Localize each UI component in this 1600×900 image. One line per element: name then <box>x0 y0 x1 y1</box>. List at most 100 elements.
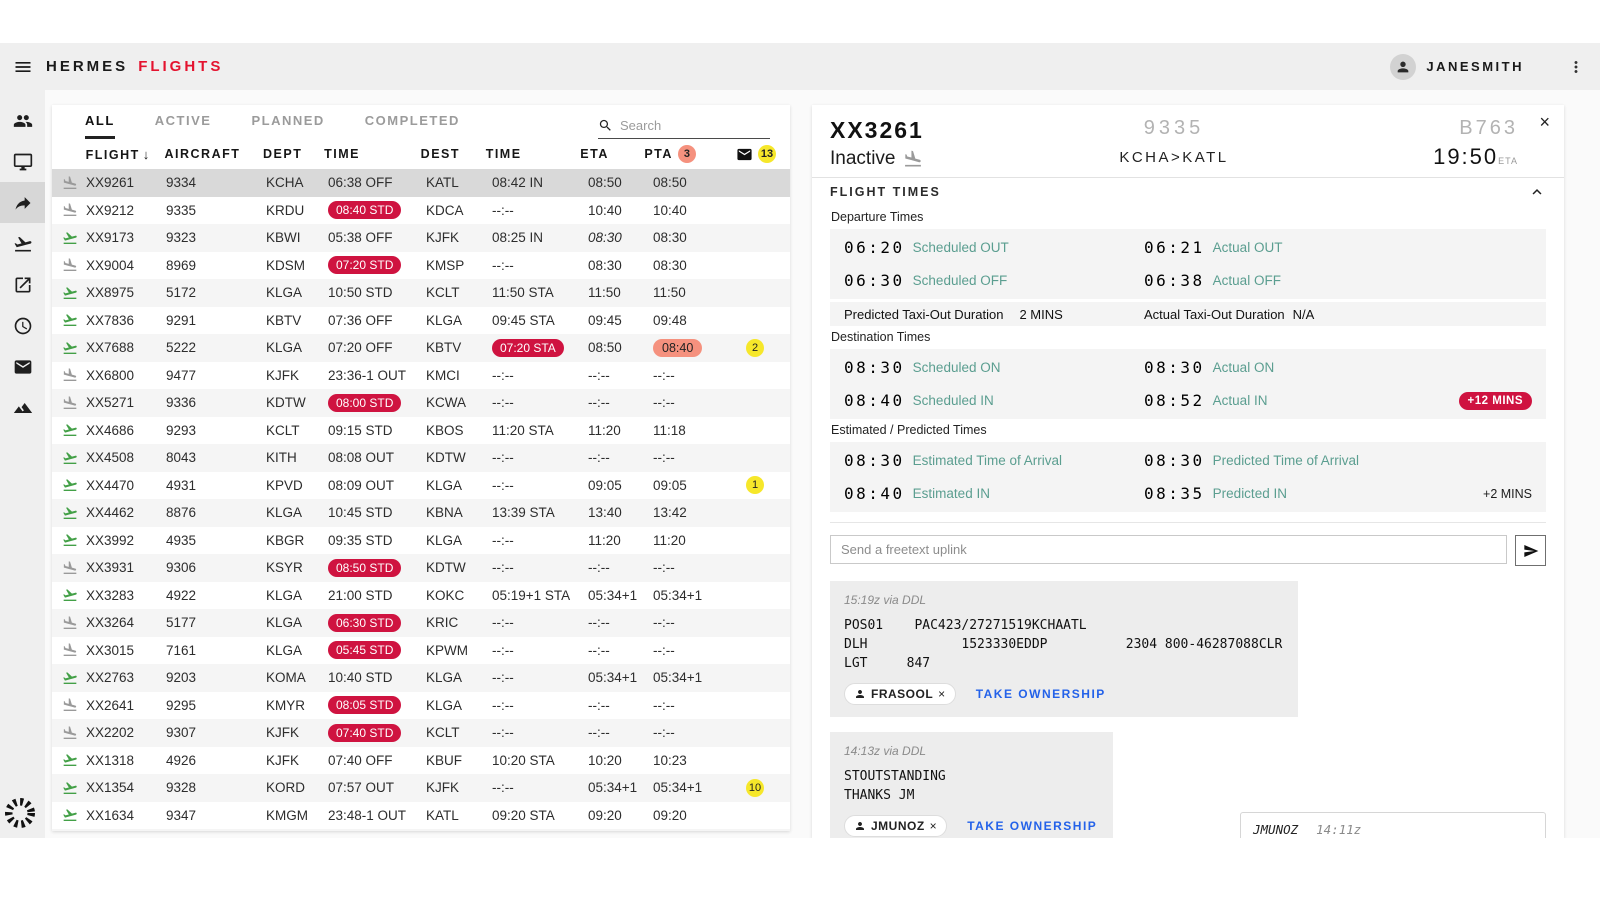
message-count-badge: 1 <box>746 476 764 494</box>
table-row[interactable]: XX26419295KMYR08:05 STDKLGA--:----:----:… <box>52 692 790 720</box>
time-group-label: Destination Times <box>831 330 1546 344</box>
table-row[interactable]: XX91739323KBWI05:38 OFFKJFK08:25 IN08:30… <box>52 224 790 252</box>
column-header-dept[interactable]: DEPT <box>263 147 324 161</box>
column-header-aircraft[interactable]: AIRCRAFT <box>164 147 263 161</box>
chevron-up-icon[interactable] <box>1528 183 1546 201</box>
table-row[interactable]: XX44628876KLGA10:45 STDKBNA13:39 STA13:4… <box>52 499 790 527</box>
table-row[interactable]: XX78369291KBTV07:36 OFFKLGA09:45 STA09:4… <box>52 307 790 335</box>
table-row[interactable]: XX30157161KLGA05:45 STDKPWM--:----:----:… <box>52 637 790 665</box>
sidebar-item-people[interactable] <box>0 100 45 141</box>
table-row[interactable]: XX32645177KLGA06:30 STDKRIC--:----:----:… <box>52 609 790 637</box>
table-row[interactable]: XX92129335KRDU08:40 STDKDCA--:--10:4010:… <box>52 197 790 225</box>
remove-owner-icon[interactable]: × <box>930 819 938 833</box>
column-header-dest[interactable]: DEST <box>421 147 486 161</box>
cell-pta: --:-- <box>653 450 746 465</box>
cell-dest-time: 10:20 STA <box>492 753 588 768</box>
close-icon[interactable]: × <box>1539 113 1550 131</box>
cell-dept: KLGA <box>266 505 328 520</box>
cell-pta: --:-- <box>653 698 746 713</box>
take-ownership-link[interactable]: TAKE OWNERSHIP <box>967 819 1097 833</box>
brand-accent: FLIGHTS <box>138 58 223 75</box>
table-row[interactable]: XX27639203KOMA10:40 STDKLGA--:--05:34+10… <box>52 664 790 692</box>
hamburger-menu-icon[interactable] <box>12 56 34 78</box>
cell-dest: KBTV <box>426 340 492 355</box>
delay-note: +2 MINS <box>1483 487 1532 501</box>
user-menu[interactable]: JANESMITH <box>1390 54 1524 80</box>
cell-dest: KJFK <box>426 230 492 245</box>
table-row[interactable]: XX16349347KMGM23:48-1 OUTKATL09:20 STA09… <box>52 802 790 830</box>
search-input[interactable] <box>620 118 750 133</box>
message-line: POS01 PAC423/27271519KCHAATL <box>844 616 1282 635</box>
time-value: 06:21 <box>1144 238 1205 257</box>
uplink-input[interactable] <box>830 535 1507 564</box>
cell-dest-time: 11:20 STA <box>492 423 588 438</box>
cell-aircraft: 9328 <box>166 780 266 795</box>
cell-message-count: 10 <box>746 779 786 797</box>
monitor-icon <box>13 152 33 172</box>
search-box <box>598 118 770 139</box>
owner-chip[interactable]: FRASOOL× <box>844 683 956 705</box>
cell-flight: XX9004 <box>86 258 166 273</box>
remove-owner-icon[interactable]: × <box>938 687 946 701</box>
cell-dept-time: 08:00 STD <box>328 394 426 412</box>
column-header-time-dept[interactable]: TIME <box>324 147 421 161</box>
plane-landing-icon <box>52 560 86 576</box>
kebab-menu-icon[interactable] <box>1566 57 1586 77</box>
table-row[interactable]: XX90048969KDSM07:20 STDKMSP--:--08:3008:… <box>52 252 790 280</box>
tab-planned[interactable]: PLANNED <box>251 113 324 139</box>
sidebar-item-mail[interactable] <box>0 346 45 387</box>
table-row[interactable]: XX45088043KITH08:08 OUTKDTW--:----:----:… <box>52 444 790 472</box>
taxi-left-label: Predicted Taxi-Out Duration <box>844 307 1003 322</box>
sidebar-item-plane-takeoff[interactable] <box>0 223 45 264</box>
column-header-flight[interactable]: FLIGHT↓ <box>86 147 165 162</box>
column-header-eta[interactable]: ETA <box>580 147 644 161</box>
cell-aircraft: 9347 <box>166 808 266 823</box>
plane-takeoff-icon <box>52 312 86 328</box>
table-row[interactable]: XX52719336KDTW08:00 STDKCWA--:----:----:… <box>52 389 790 417</box>
cell-flight: XX4462 <box>86 505 166 520</box>
column-header-pta[interactable]: PTA3 <box>644 145 736 163</box>
plane-takeoff-icon <box>52 807 86 823</box>
cell-aircraft: 4931 <box>166 478 266 493</box>
table-row[interactable]: XX89755172KLGA10:50 STDKCLT11:50 STA11:5… <box>52 279 790 307</box>
cell-aircraft: 9306 <box>166 560 266 575</box>
send-button[interactable] <box>1515 535 1546 566</box>
cell-aircraft: 9291 <box>166 313 266 328</box>
cell-dest: KJFK <box>426 780 492 795</box>
cell-dept-time: 06:30 STD <box>328 614 426 632</box>
table-row[interactable]: XX68009477KJFK23:36-1 OUTKMCI--:----:---… <box>52 362 790 390</box>
sidebar-item-chart[interactable] <box>0 387 45 428</box>
sidebar-item-share-arrow[interactable] <box>0 182 45 223</box>
tab-all[interactable]: ALL <box>85 113 115 139</box>
table-row[interactable]: XX22029307KJFK07:40 STDKCLT--:----:----:… <box>52 719 790 747</box>
message-line: DLH 1523330EDDP 2304 800-46287088CLR <box>844 635 1282 654</box>
time-row: 08:40Scheduled IN08:52Actual IN+12 MINS <box>844 384 1532 417</box>
table-row[interactable]: XX32834922KLGA21:00 STDKOKC05:19+1 STA05… <box>52 582 790 610</box>
cell-dept: KLGA <box>266 340 328 355</box>
cell-dept-time: 08:50 STD <box>328 559 426 577</box>
cell-dest-time: --:-- <box>492 533 588 548</box>
sidebar-item-compose[interactable] <box>0 264 45 305</box>
take-ownership-link[interactable]: TAKE OWNERSHIP <box>976 687 1106 701</box>
table-row[interactable]: XX13549328KORD07:57 OUTKJFK--:--05:34+10… <box>52 774 790 802</box>
cell-flight: XX2641 <box>86 698 166 713</box>
sort-descending-icon[interactable]: ↓ <box>143 147 151 162</box>
sidebar-item-monitor[interactable] <box>0 141 45 182</box>
cell-aircraft: 9335 <box>166 203 266 218</box>
tab-active[interactable]: ACTIVE <box>155 113 212 139</box>
sidebar-item-clock[interactable] <box>0 305 45 346</box>
table-row[interactable]: XX46869293KCLT09:15 STDKBOS11:20 STA11:2… <box>52 417 790 445</box>
table-row[interactable]: XX44704931KPVD08:09 OUTKLGA--:--09:0509:… <box>52 472 790 500</box>
owner-chip[interactable]: JMUNOZ× <box>844 815 947 837</box>
person-icon <box>854 688 866 700</box>
column-header-time-dest[interactable]: TIME <box>486 147 581 161</box>
cell-dept: KMGM <box>266 808 328 823</box>
table-row[interactable]: XX76885222KLGA07:20 OFFKBTV07:20 STA08:5… <box>52 334 790 362</box>
table-row[interactable]: XX92619334KCHA06:38 OFFKATL08:42 IN08:50… <box>52 169 790 197</box>
tab-completed[interactable]: COMPLETED <box>365 113 460 139</box>
table-row[interactable]: XX39924935KBGR09:35 STDKLGA--:--11:2011:… <box>52 527 790 555</box>
table-row[interactable]: XX39319306KSYR08:50 STDKDTW--:----:----:… <box>52 554 790 582</box>
table-row[interactable]: XX13184926KJFK07:40 OFFKBUF10:20 STA10:2… <box>52 747 790 775</box>
column-header-messages[interactable]: 13 <box>736 145 790 163</box>
message-line: STOUTSTANDING <box>844 767 1097 786</box>
